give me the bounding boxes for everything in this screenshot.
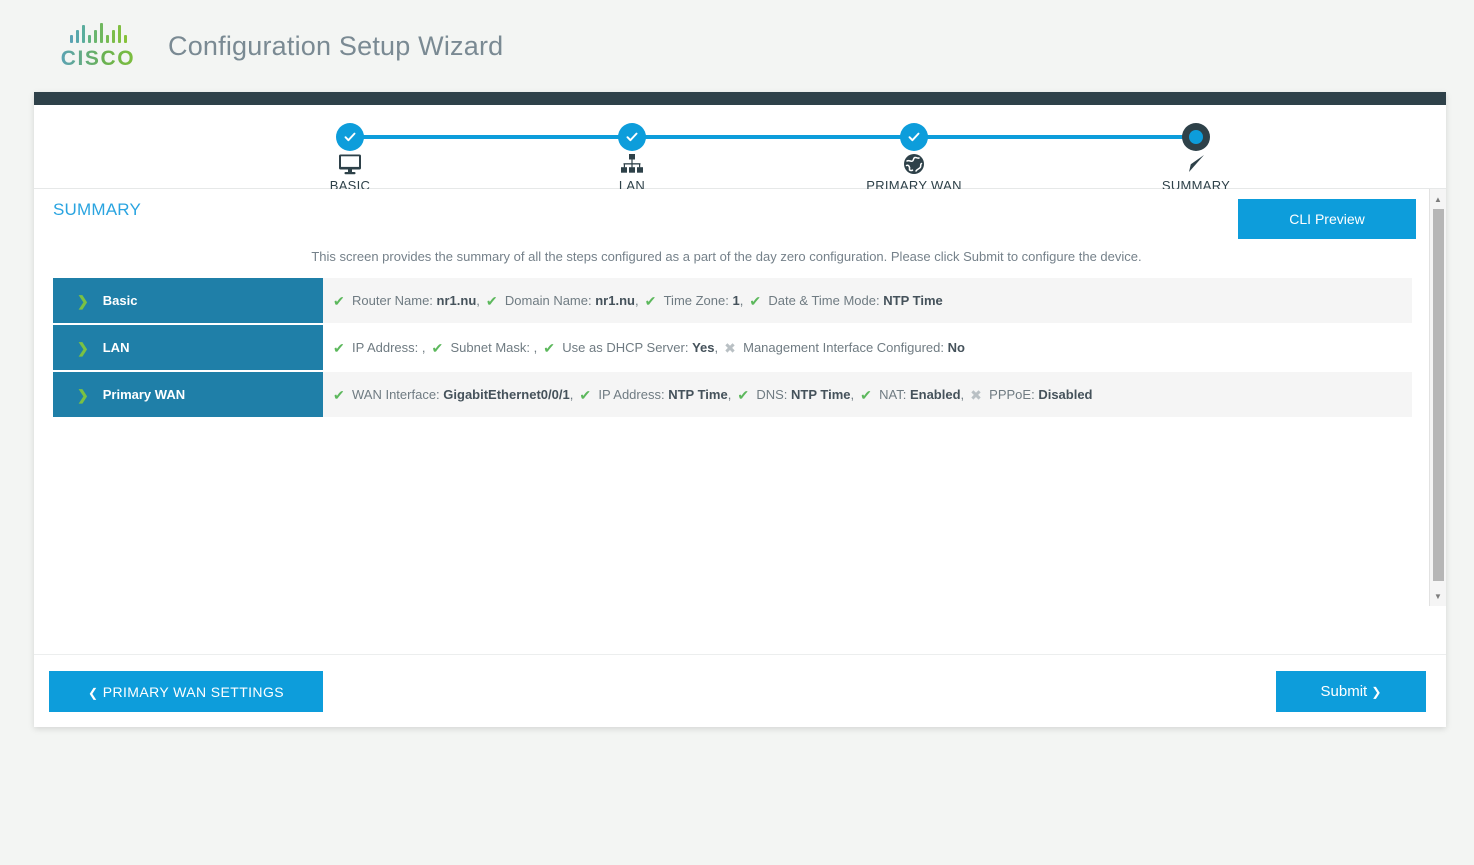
check-icon: ✔ [333,293,345,309]
detail-separator: , [634,293,639,308]
app-header: CISCO Configuration Setup Wizard [0,0,1474,92]
scrollbar-thumb[interactable] [1433,209,1444,581]
detail-value: Enabled [909,387,961,402]
step-status-check-icon [336,123,364,151]
chevron-right-icon: ❯ [77,386,89,403]
wizard-card: BASIC LAN PRIMARY WAN SUMMARY SUMMARY CL… [34,92,1446,727]
detail-separator: , [569,387,574,402]
detail-separator: , [850,387,855,402]
summary-intro-text: This screen provides the summary of all … [311,249,1142,264]
accordion-header-primary-wan[interactable]: ❯ Primary WAN [53,372,323,417]
wizard-footer: ❮ PRIMARY WAN SETTINGS Submit ❯ [34,655,1446,727]
check-icon: ✔ [749,293,762,309]
summary-detail-lan: ✔ IP Address: , ✔ Subnet Mask: , ✔ Use as D… [323,325,1412,370]
detail-value: 1 [732,293,740,308]
cisco-wordmark: CISCO [60,47,136,70]
detail-separator: , [533,340,538,355]
check-icon: ✔ [579,387,592,403]
step-status-current-icon [1182,123,1210,151]
accordion-label: Primary WAN [102,387,186,402]
check-icon: ✔ [333,340,345,356]
submit-button-label: Submit [1320,683,1368,700]
check-icon: ✔ [737,387,750,403]
scroll-down-arrow-icon[interactable]: ▼ [1430,588,1446,604]
accordion-header-basic[interactable]: ❯ Basic [53,278,323,323]
detail-label: Use as DHCP Server: [562,340,689,355]
network-tree-icon [618,152,646,176]
detail-value: nr1.nu [436,293,477,308]
step-status-check-icon [618,123,646,151]
check-icon: ✔ [644,293,657,309]
check-icon: ✔ [543,340,555,356]
page-title: Configuration Setup Wizard [168,30,504,61]
submit-button[interactable]: Submit ❯ [1276,671,1426,712]
detail-separator: , [960,387,965,402]
summary-section-lan: ❯ LAN ✔ IP Address: , ✔ Subnet Mask: , ✔ Us… [53,325,1412,370]
navigation-arrow-icon [1182,152,1210,176]
detail-separator: , [476,293,480,308]
stepper-progress-track [350,135,1196,139]
detail-label: Router Name: [352,293,433,308]
wizard-stepper: BASIC LAN PRIMARY WAN SUMMARY [34,105,1446,193]
summary-section-basic: ❯ Basic ✔ Router Name: nr1.nu, ✔ Domain Na… [53,278,1412,323]
summary-accordion-list: ❯ Basic ✔ Router Name: nr1.nu, ✔ Domain Na… [53,278,1412,419]
accordion-header-lan[interactable]: ❯ LAN [53,325,323,370]
summary-scrollbar[interactable]: ▲ ▼ [1429,189,1446,606]
summary-detail-primary-wan: ✔ WAN Interface: GigabitEthernet0/0/1, ✔ I… [323,372,1412,417]
cisco-bars-logo-icon [69,23,127,43]
cross-icon: ✖ [970,387,982,403]
summary-section-primary-wan: ❯ Primary WAN ✔ WAN Interface: GigabitEth… [53,372,1412,417]
scroll-up-arrow-icon[interactable]: ▲ [1430,191,1446,207]
detail-label: Time Zone: [663,293,729,308]
cross-icon: ✖ [724,340,736,356]
detail-value: No [947,340,965,355]
detail-value: NTP Time [791,387,851,402]
chevron-right-icon: ❯ [1371,685,1382,699]
detail-value: nr1.nu [595,293,635,308]
detail-separator: , [714,340,719,355]
check-icon: ✔ [333,387,345,403]
detail-label: IP Address: [598,387,665,402]
detail-value: GigabitEthernet0/0/1 [443,387,570,402]
detail-separator: , [739,293,744,308]
summary-panel: SUMMARY CLI Preview This screen provides… [34,189,1446,655]
detail-label: WAN Interface: [352,387,440,402]
detail-label: PPPoE: [989,387,1035,402]
detail-value: Disabled [1038,387,1093,402]
check-icon: ✔ [485,293,498,309]
detail-separator: , [727,387,732,402]
cisco-logo: CISCO [52,23,144,69]
chevron-right-icon: ❯ [77,339,89,356]
cli-preview-button[interactable]: CLI Preview [1238,199,1416,239]
detail-value: Yes [692,340,715,355]
detail-value: NTP Time [883,293,943,308]
back-primary-wan-settings-button[interactable]: ❮ PRIMARY WAN SETTINGS [49,671,323,712]
detail-label: IP Address: [352,340,419,355]
accordion-label: LAN [102,340,130,355]
accordion-label: Basic [102,293,138,308]
detail-label: NAT: [879,387,907,402]
check-icon: ✔ [860,387,872,403]
back-button-label: PRIMARY WAN SETTINGS [102,683,284,700]
summary-detail-basic: ✔ Router Name: nr1.nu, ✔ Domain Name: nr1.… [323,278,1412,323]
check-icon: ✔ [431,340,444,356]
globe-icon [900,152,928,176]
detail-label: Date & Time Mode: [768,293,880,308]
detail-value: NTP Time [668,387,728,402]
chevron-right-icon: ❯ [77,292,89,309]
card-top-accent-bar [34,92,1446,105]
detail-separator: , [421,340,426,355]
detail-label: Management Interface Configured: [743,340,945,355]
step-status-check-icon [900,123,928,151]
detail-label: Subnet Mask: [450,340,531,355]
monitor-icon [336,152,364,176]
chevron-left-icon: ❮ [88,685,99,700]
summary-heading: SUMMARY [53,200,141,219]
detail-label: DNS: [756,387,788,402]
detail-label: Domain Name: [504,293,592,308]
